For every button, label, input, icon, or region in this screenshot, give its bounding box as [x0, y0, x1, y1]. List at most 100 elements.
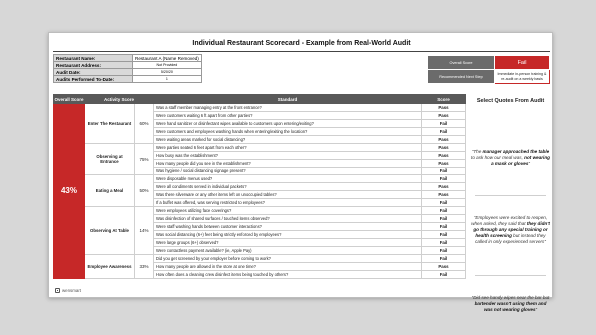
- overall-score-value: Fail: [494, 55, 550, 70]
- info-label: Audit Date:: [53, 68, 133, 76]
- brand-logo: wensmart: [55, 288, 81, 293]
- standard-text: Were disposable menus used?: [153, 174, 423, 184]
- info-value: 5/20/20: [132, 68, 202, 76]
- quotes-heading: Select Quotes From Audit: [476, 98, 545, 104]
- table-row: Observing at Entrance 75% Were parties sea…: [54, 142, 467, 176]
- standard-text: If a buffet was offered, was serving res…: [153, 198, 423, 208]
- standard-text: Were hand sanitizer or disinfectant wipe…: [153, 118, 423, 128]
- score-badge: Pass: [421, 134, 467, 144]
- activity-name: Employee Awareness: [84, 253, 135, 279]
- info-row: Audit Date: 5/20/20: [53, 68, 262, 76]
- brand-logo-text: wensmart: [62, 288, 82, 293]
- activity-name: Observing At Table: [84, 206, 135, 255]
- quote-segment: ”: [535, 307, 538, 312]
- score-badge: Fail: [421, 126, 467, 136]
- header-standard: Standard: [153, 94, 423, 104]
- header-overall-score: Overall Score: [53, 94, 85, 104]
- score-badge: Pass: [421, 158, 467, 168]
- score-badge: Pass: [421, 261, 467, 271]
- quote-segment: ”: [528, 161, 530, 166]
- standard-text: How many people are allowed in the store…: [153, 261, 423, 271]
- score-badge: Fail: [421, 166, 467, 176]
- table-row: 43% Enter The Restaurant 60% Was a staff me…: [53, 103, 467, 279]
- standard-text: How many people did you see in the estab…: [153, 158, 423, 168]
- info-label: Restaurant Address:: [53, 61, 133, 69]
- info-row: Restaurant Address: Not Provided: [53, 61, 262, 69]
- standard-text: Did you get screened by your employer be…: [153, 253, 423, 263]
- standard-text: Were customers waiting 6 ft apart from o…: [153, 110, 423, 120]
- standard-text: Was disinfection of shared surfaces / to…: [153, 214, 423, 224]
- standard-text: Were large groups (6+) observed?: [153, 237, 423, 247]
- standard-text: Were staff washing hands between custome…: [153, 222, 423, 231]
- info-value: Restaurant A (Name Removed): [132, 54, 202, 62]
- standard-text: Was a staff member managing entry at the…: [153, 103, 423, 112]
- quote-segment: “The: [471, 149, 483, 154]
- info-note: [201, 55, 261, 62]
- activity-percent: 60%: [133, 103, 155, 144]
- restaurant-info-table: Restaurant Name: Restaurant A (Name Remov…: [53, 54, 262, 83]
- table-row: Employee Awareness 33% Did you get screene…: [54, 253, 467, 279]
- header-score: Score: [421, 94, 467, 104]
- score-badge: Fail: [421, 206, 467, 216]
- page-title: Individual Restaurant Scorecard - Exampl…: [192, 40, 411, 47]
- standard-text: Were waiting areas marked for social dis…: [153, 134, 423, 144]
- quote-2: “Employees were excited to reopen, when …: [471, 215, 550, 245]
- quote-segment: to ask how our meal was,: [471, 155, 525, 160]
- score-badge: Fail: [421, 198, 467, 208]
- quote-3: “Did see handy wipes near the bar but ba…: [471, 295, 550, 313]
- score-badge: Fail: [421, 118, 467, 128]
- standard-text: How often does a cleaning crew disinfect…: [153, 269, 423, 279]
- standard-text: Were parties seated 6 feet apart from ea…: [153, 142, 423, 152]
- score-badge: Pass: [421, 103, 467, 112]
- info-note: [201, 76, 261, 83]
- standard-text: Was social distancing (6+) feet being st…: [153, 230, 423, 239]
- activity-percent: 14%: [133, 206, 155, 255]
- activity-name: Enter The Restaurant: [84, 103, 135, 144]
- info-value: 1: [132, 75, 202, 83]
- score-badge: Pass: [421, 142, 467, 152]
- standard-text: Were customers and employees washing han…: [153, 126, 423, 136]
- info-label: Restaurant Name:: [53, 54, 133, 62]
- scorecard-sheet: Individual Restaurant Scorecard - Exampl…: [48, 32, 553, 312]
- overall-score-label: Overall Score: [427, 55, 495, 70]
- title-divider: [53, 51, 550, 52]
- next-step-label: Recommended Next Step: [427, 69, 495, 84]
- standard-text: Was hygiene / social distancing signage …: [153, 166, 423, 176]
- score-badge: Fail: [421, 222, 467, 231]
- info-note: [201, 69, 261, 76]
- info-label: Audits Performed To-Date:: [53, 75, 133, 83]
- standard-text: How busy was the establishment?: [153, 150, 423, 160]
- score-badge: Fail: [421, 245, 467, 255]
- score-badge: Pass: [421, 190, 467, 200]
- activity-name: Observing at Entrance: [84, 142, 135, 176]
- quote-1: “The manager approached the table to ask…: [471, 149, 550, 167]
- quote-divider-2: [475, 275, 546, 276]
- activity-percent: 33%: [133, 253, 155, 279]
- next-step-value: Immediate in-person training & re-audit …: [494, 69, 550, 84]
- score-badge: Pass: [421, 110, 467, 120]
- header-activity-score: Activity Score: [83, 94, 155, 104]
- standards-table: Overall Score Activity Score Standard Sc…: [53, 94, 467, 279]
- quote-segment: “Did see handy wipes near the bar but: [471, 295, 550, 300]
- wensmart-logo-icon: [55, 288, 60, 293]
- table-row: Eating a Meal 50% Were disposable menus us…: [54, 174, 467, 208]
- info-note: [201, 62, 261, 69]
- activity-percent: 50%: [133, 174, 155, 208]
- info-value: Not Provided: [132, 61, 202, 69]
- overall-summary-table: Overall Score Fail Recommended Next Step…: [427, 55, 550, 84]
- activity-percent: 75%: [133, 142, 155, 176]
- activity-name: Eating a Meal: [84, 174, 135, 208]
- info-row: Audits Performed To-Date: 1: [53, 75, 262, 83]
- score-badge: Fail: [421, 174, 467, 184]
- standard-text: Were all condiments served in individual…: [153, 182, 423, 192]
- quote-segment: manager approached the table: [482, 149, 550, 154]
- table-header-row: Overall Score Activity Score Standard Sc…: [53, 94, 467, 104]
- quote-divider-1: [475, 195, 546, 196]
- info-row: Restaurant Name: Restaurant A (Name Remov…: [53, 54, 262, 62]
- score-badge: Pass: [421, 150, 467, 160]
- score-badge: Fail: [421, 230, 467, 239]
- score-badge: Pass: [421, 182, 467, 192]
- overall-percent: 43%: [53, 103, 85, 279]
- score-badge: Fail: [421, 269, 467, 279]
- score-badge: Fail: [421, 237, 467, 247]
